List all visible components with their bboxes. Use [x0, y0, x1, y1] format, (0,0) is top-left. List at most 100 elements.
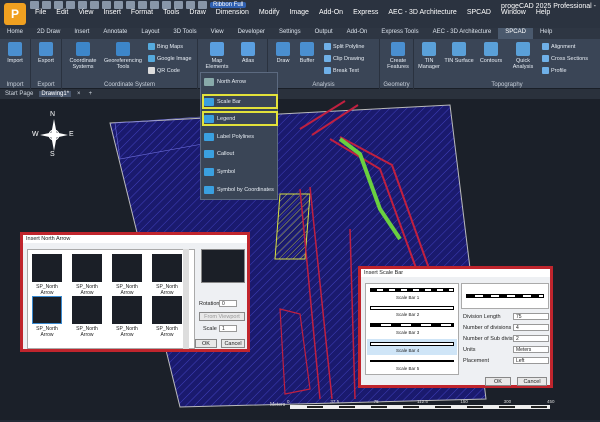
paste-icon[interactable] [114, 1, 123, 9]
tab-insert[interactable]: Insert [67, 28, 96, 39]
menu-scale-bar[interactable]: Scale Bar [202, 94, 278, 109]
menu-image[interactable]: Image [284, 9, 313, 16]
properties-icon[interactable] [198, 1, 207, 9]
tin-manager-button[interactable]: TIN Manager [416, 42, 442, 70]
new-tab-icon[interactable]: + [87, 91, 95, 97]
break-text-button[interactable]: Break Text [324, 67, 359, 74]
contours-button[interactable]: Contours [476, 42, 506, 64]
num-divisions-stepper[interactable]: 4 [513, 324, 549, 331]
scale-bar-5-preview[interactable] [370, 360, 454, 362]
menu-window[interactable]: Window [496, 9, 531, 16]
clip-drawing-button[interactable]: Clip Drawing [324, 55, 364, 62]
scale-bar-3-preview[interactable] [370, 323, 454, 327]
menu-tools[interactable]: Tools [158, 9, 184, 16]
tab-aec-3d-architecture[interactable]: AEC - 3D Architecture [426, 28, 499, 39]
tab-output[interactable]: Output [308, 28, 340, 39]
north-arrow-5-icon[interactable] [32, 296, 62, 324]
ribbon-selector[interactable]: Ribbon Full [210, 2, 247, 8]
division-length-input[interactable]: 75 [513, 313, 549, 320]
menu-insert[interactable]: Insert [98, 9, 126, 16]
tab-help[interactable]: Help [533, 28, 559, 39]
placement-select[interactable]: Left [513, 357, 549, 364]
north-arrow-6-icon[interactable] [72, 296, 102, 324]
tab-2d-draw[interactable]: 2D Draw [30, 28, 67, 39]
export-button[interactable]: Export [35, 42, 57, 64]
rotation-input[interactable]: 0 [219, 300, 237, 307]
tab-add-on[interactable]: Add-On [340, 28, 375, 39]
tab-layout[interactable]: Layout [134, 28, 166, 39]
save-icon[interactable] [54, 1, 63, 9]
tab-express-tools[interactable]: Express Tools [374, 28, 425, 39]
zoom-window-icon[interactable] [186, 1, 195, 9]
menu-north-arrow[interactable]: North Arrow [204, 78, 246, 86]
north-arrow-3-icon[interactable] [112, 254, 142, 282]
google-image-button[interactable]: Google Image [148, 55, 192, 62]
draw-button[interactable]: Draw [272, 42, 294, 64]
menu-modify[interactable]: Modify [254, 9, 285, 16]
bing-maps-button[interactable]: Bing Maps [148, 43, 183, 50]
gallery-scrollbar[interactable] [183, 249, 189, 349]
qr-code-button[interactable]: QR Code [148, 67, 180, 74]
app-logo-icon[interactable]: P [4, 3, 26, 25]
scale-input[interactable]: 1 [219, 325, 237, 332]
zoom-icon[interactable] [174, 1, 183, 9]
buffer-button[interactable]: Buffer [296, 42, 318, 64]
print-icon[interactable] [78, 1, 87, 9]
north-arrow-7-icon[interactable] [112, 296, 142, 324]
north-arrow-2-icon[interactable] [72, 254, 102, 282]
tab-view[interactable]: View [204, 28, 231, 39]
create-features-button[interactable]: Create Features [384, 42, 412, 70]
north-arrow-8-icon[interactable] [152, 296, 182, 324]
menu-edit[interactable]: Edit [51, 9, 73, 16]
redo-icon[interactable] [150, 1, 159, 9]
scale-ok-button[interactable]: OK [485, 377, 511, 386]
profile-button[interactable]: Profile [542, 67, 567, 74]
scale-bar-2-preview[interactable] [370, 306, 454, 310]
undo-icon[interactable] [138, 1, 147, 9]
pan-icon[interactable] [162, 1, 171, 9]
cut-icon[interactable] [90, 1, 99, 9]
alignment-button[interactable]: Alignment [542, 43, 575, 50]
tin-surface-button[interactable]: TIN Surface [444, 42, 474, 64]
copy-icon[interactable] [102, 1, 111, 9]
menu-add-on[interactable]: Add-On [314, 9, 348, 16]
menu-symbol[interactable]: Symbol [204, 168, 235, 176]
cross-sections-button[interactable]: Cross Sections [542, 55, 588, 62]
menu-dimension[interactable]: Dimension [211, 9, 254, 16]
tab-drawing1[interactable]: Drawing1* [39, 91, 72, 97]
north-cancel-button[interactable]: Cancel [221, 339, 245, 348]
menu-spcad[interactable]: SPCAD [462, 9, 496, 16]
menu-format[interactable]: Format [126, 9, 158, 16]
scale-bar-4-preview[interactable] [370, 342, 454, 346]
georeferencing-button[interactable]: Georeferencing Tools [104, 42, 142, 70]
tab-3d-tools[interactable]: 3D Tools [166, 28, 203, 39]
import-button[interactable]: Import [4, 42, 26, 64]
tab-start-page[interactable]: Start Page [3, 91, 35, 97]
menu-symbol-by-coordinates[interactable]: Symbol by Coordinates [204, 186, 274, 194]
open-icon[interactable] [42, 1, 51, 9]
new-icon[interactable] [30, 1, 39, 9]
close-tab-icon[interactable]: × [75, 91, 83, 97]
menu-file[interactable]: File [30, 9, 51, 16]
menu-legend[interactable]: Legend [202, 111, 278, 126]
tab-spcad[interactable]: SPCAD [498, 28, 533, 39]
north-ok-button[interactable]: OK [195, 339, 217, 348]
north-arrow-1-icon[interactable] [32, 254, 62, 282]
tab-developer[interactable]: Developer [231, 28, 272, 39]
menu-label-polylines[interactable]: Label Polylines [204, 133, 254, 141]
north-arrow-compass[interactable]: N S E W [32, 111, 76, 159]
north-arrow-4-icon[interactable] [152, 254, 182, 282]
scale-cancel-button[interactable]: Cancel [517, 377, 547, 386]
num-subdivisions-stepper[interactable]: 2 [513, 335, 549, 342]
match-icon[interactable] [126, 1, 135, 9]
units-select[interactable]: Meters [513, 346, 549, 353]
tab-settings[interactable]: Settings [272, 28, 308, 39]
scale-bar-1-preview[interactable] [370, 288, 454, 292]
split-polyline-button[interactable]: Split Polyline [324, 43, 365, 50]
save-as-icon[interactable] [66, 1, 75, 9]
menu-draw[interactable]: Draw [184, 9, 210, 16]
quick-analysis-button[interactable]: Quick Analysis [508, 42, 538, 70]
coordinate-systems-button[interactable]: Coordinate Systems [66, 42, 100, 70]
menu-aec-3d-architecture[interactable]: AEC - 3D Architecture [383, 9, 461, 16]
menu-view[interactable]: View [73, 9, 98, 16]
